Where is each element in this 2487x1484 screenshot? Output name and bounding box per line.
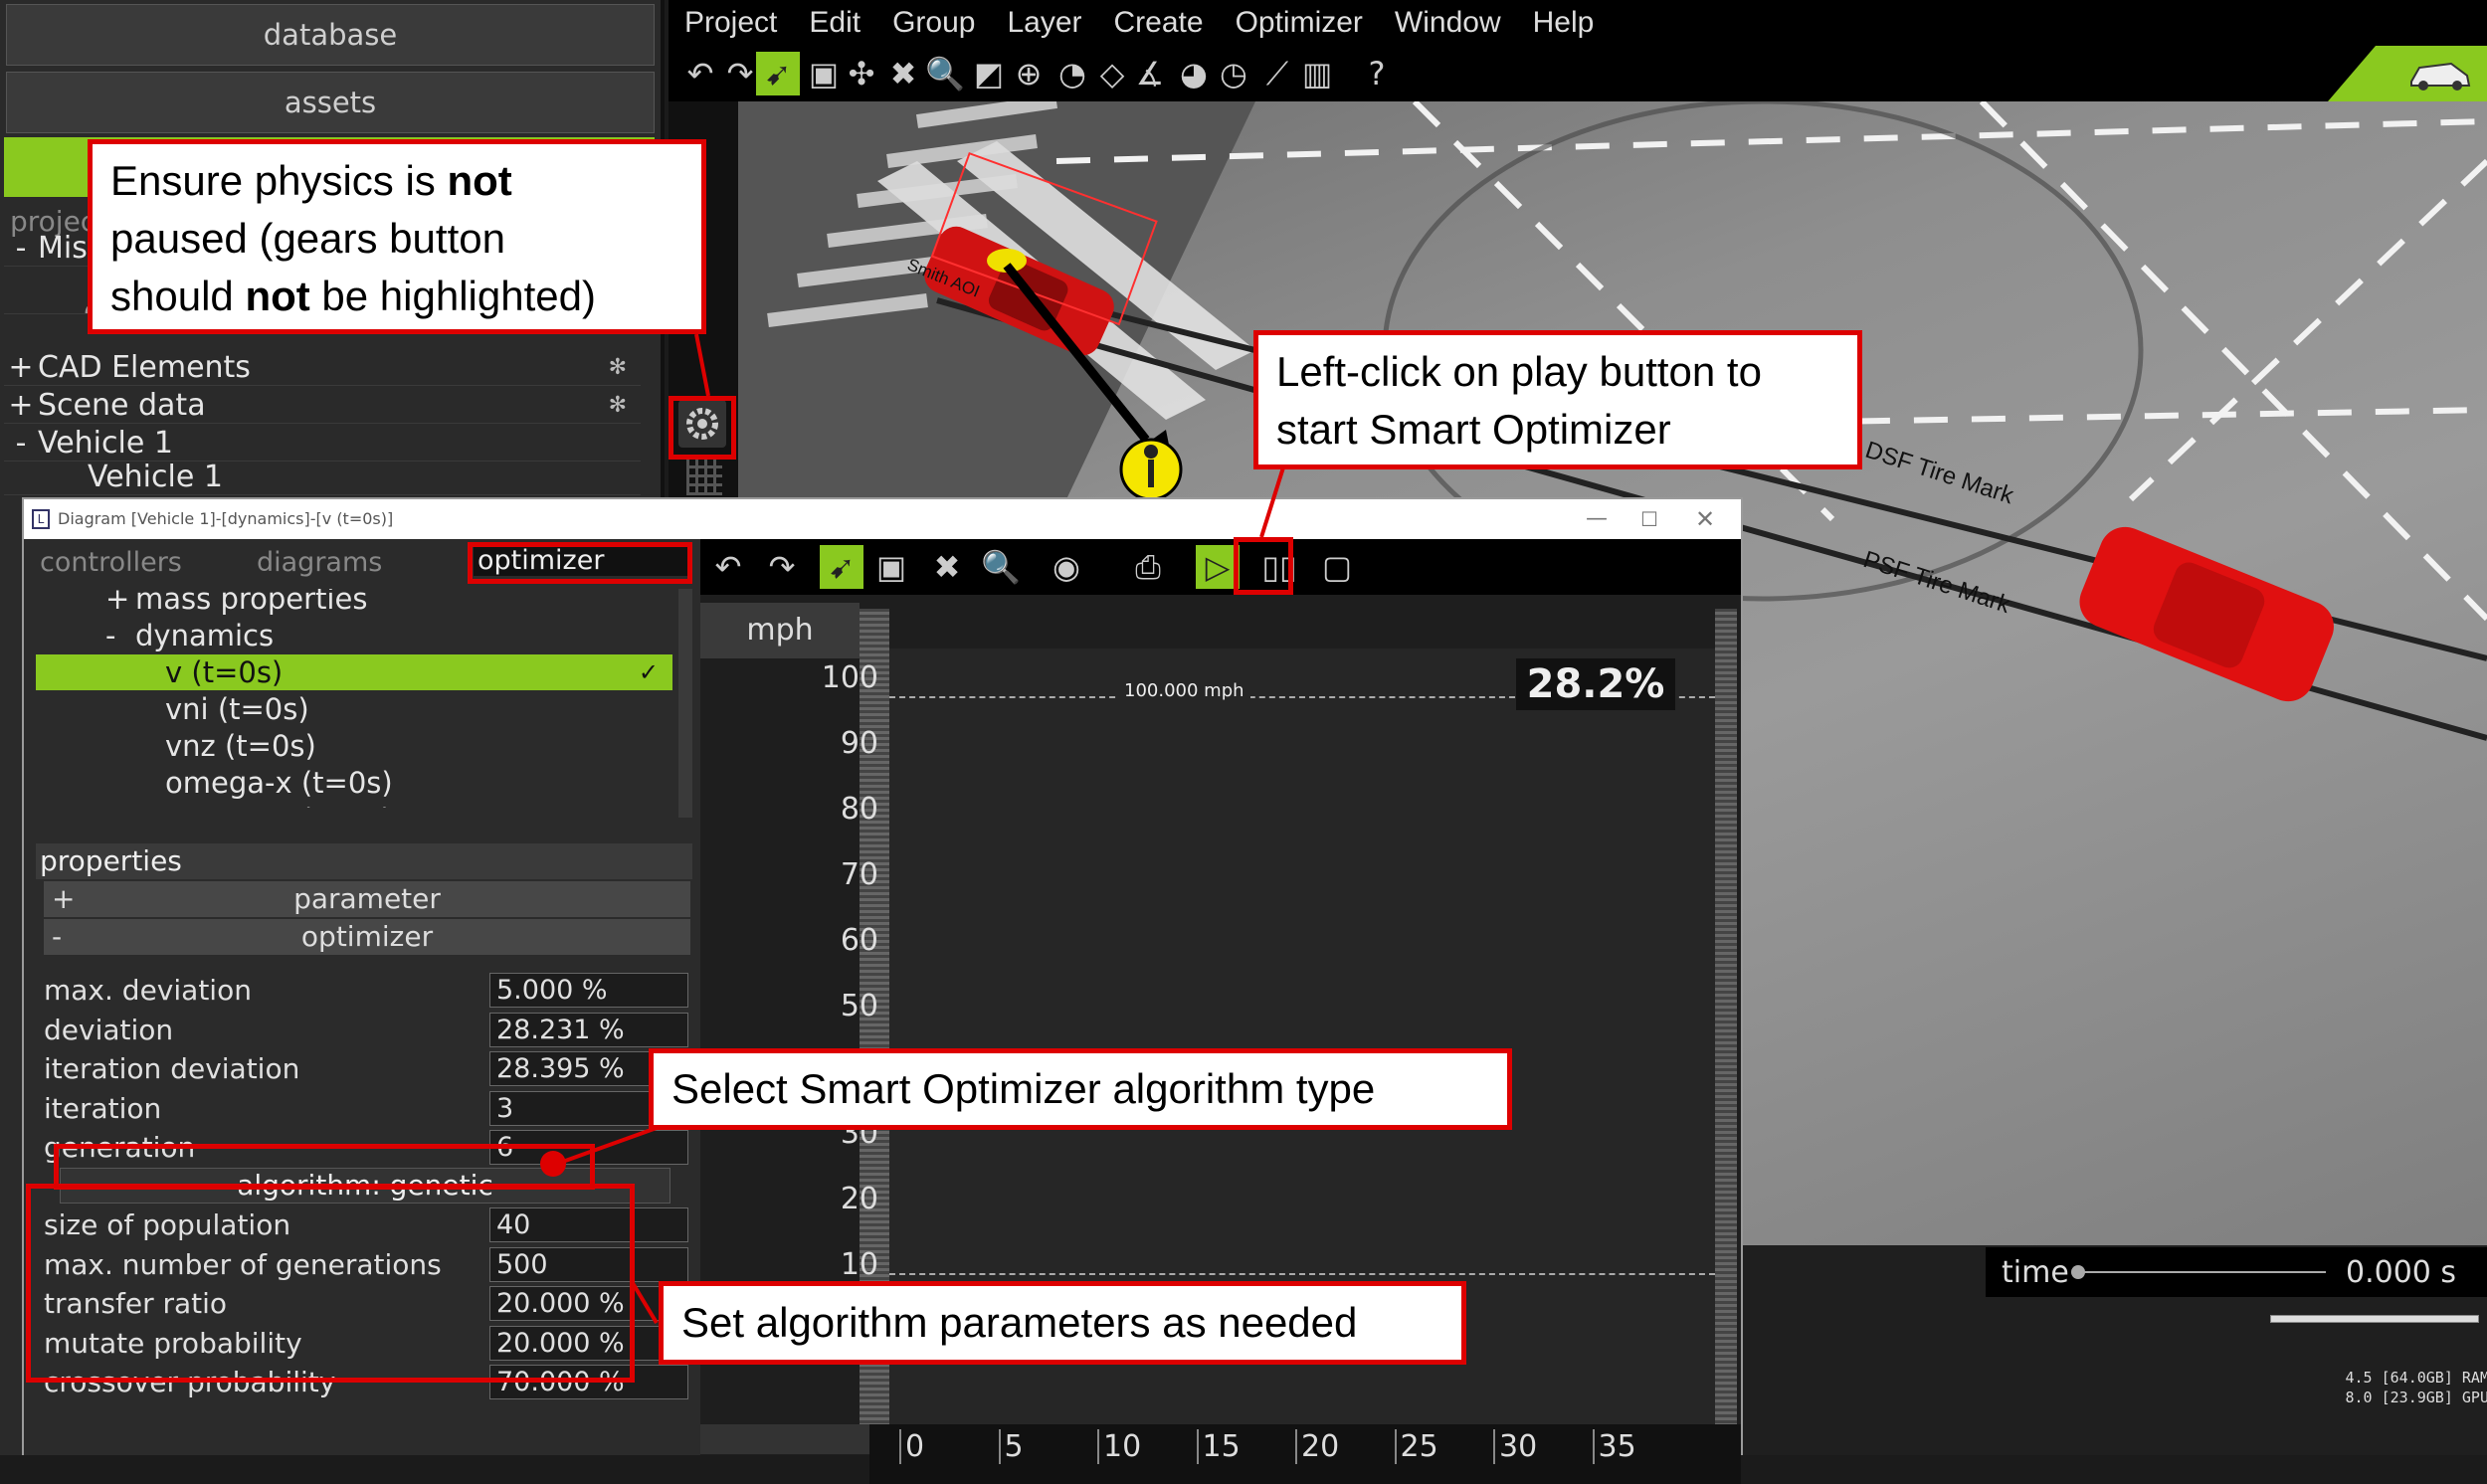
callout-params: Set algorithm parameters as needed	[659, 1281, 1466, 1365]
params-highlight-box	[26, 1184, 635, 1383]
play-highlight-box	[1234, 537, 1293, 595]
callout-algorithm: Select Smart Optimizer algorithm type	[649, 1048, 1512, 1130]
optimizer-tab-highlight-box	[468, 542, 692, 584]
callout-play: Left-click on play button to start Smart …	[1253, 330, 1862, 469]
